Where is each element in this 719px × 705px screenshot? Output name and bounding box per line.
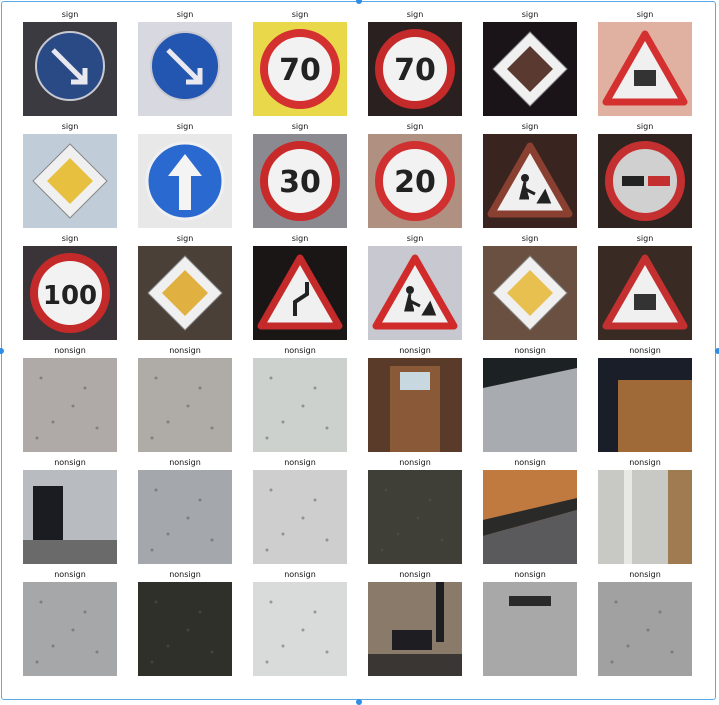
floor-texture — [138, 470, 232, 564]
road-work-sign — [483, 134, 577, 228]
priority-road-sign — [483, 22, 577, 116]
image-label: nonsign — [629, 570, 661, 579]
image-label: nonsign — [399, 458, 431, 467]
floor-grate-scene — [483, 582, 577, 676]
wall-texture — [138, 582, 232, 676]
svg-text:70: 70 — [279, 53, 321, 88]
image-label: sign — [291, 10, 309, 19]
floor-texture — [23, 358, 117, 452]
image-label: sign — [176, 122, 194, 131]
wall-texture — [368, 470, 462, 564]
image-label: nonsign — [514, 570, 546, 579]
speed-limit-20-sign: 20 — [368, 134, 462, 228]
image-label: nonsign — [169, 570, 201, 579]
warning-triangle-sign — [598, 22, 692, 116]
floor-texture — [138, 358, 232, 452]
keep-right-sign — [23, 22, 117, 116]
image-label: sign — [61, 234, 79, 243]
image-label: sign — [521, 122, 539, 131]
image-label: nonsign — [169, 458, 201, 467]
image-label: nonsign — [169, 346, 201, 355]
speed-limit-30-sign: 30 — [253, 134, 347, 228]
curve-warning-sign — [253, 246, 347, 340]
image-label: sign — [61, 10, 79, 19]
image-label: nonsign — [54, 346, 86, 355]
floor-texture — [23, 582, 117, 676]
image-label: nonsign — [399, 346, 431, 355]
image-label: sign — [636, 10, 654, 19]
machine-scene — [23, 470, 117, 564]
image-label: sign — [521, 10, 539, 19]
image-label: sign — [291, 122, 309, 131]
floor-texture — [253, 582, 347, 676]
image-label: sign — [406, 234, 424, 243]
image-label: nonsign — [54, 458, 86, 467]
svg-text:30: 30 — [279, 165, 321, 200]
image-label: sign — [61, 122, 79, 131]
table-edge-scene — [483, 470, 577, 564]
image-label: sign — [291, 234, 309, 243]
floor-texture — [598, 582, 692, 676]
image-grid: sign sign sign 70 sign 70 sign sign sign sign sign… — [0, 0, 719, 703]
keep-right-sign — [138, 22, 232, 116]
speed-limit-100-sign: 100 — [23, 246, 117, 340]
image-label: nonsign — [284, 346, 316, 355]
image-label: sign — [406, 122, 424, 131]
image-label: nonsign — [514, 346, 546, 355]
image-label: sign — [176, 10, 194, 19]
priority-road-sign — [483, 246, 577, 340]
speed-limit-70-sign: 70 — [368, 22, 462, 116]
image-label: sign — [636, 234, 654, 243]
chair-scene — [368, 582, 462, 676]
image-label: sign — [521, 234, 539, 243]
wall-corner-scene — [598, 470, 692, 564]
image-label: sign — [636, 122, 654, 131]
door-scene — [368, 358, 462, 452]
image-label: nonsign — [629, 458, 661, 467]
speed-limit-70-sign: 70 — [253, 22, 347, 116]
image-label: nonsign — [514, 458, 546, 467]
image-label: nonsign — [399, 570, 431, 579]
cabinet-scene — [598, 358, 692, 452]
image-label: nonsign — [54, 570, 86, 579]
svg-text:20: 20 — [394, 165, 436, 200]
no-passing-sign — [598, 134, 692, 228]
svg-text:70: 70 — [394, 53, 436, 88]
svg-text:100: 100 — [43, 281, 97, 311]
image-label: sign — [176, 234, 194, 243]
floor-texture — [253, 358, 347, 452]
image-label: sign — [406, 10, 424, 19]
image-label: nonsign — [284, 570, 316, 579]
floor-wall-scene — [483, 358, 577, 452]
ahead-only-sign — [138, 134, 232, 228]
priority-road-sign — [138, 246, 232, 340]
image-label: nonsign — [629, 346, 661, 355]
road-work-sign — [368, 246, 462, 340]
image-label: nonsign — [284, 458, 316, 467]
priority-road-sign — [23, 134, 117, 228]
warning-triangle-sign — [598, 246, 692, 340]
floor-texture — [253, 470, 347, 564]
